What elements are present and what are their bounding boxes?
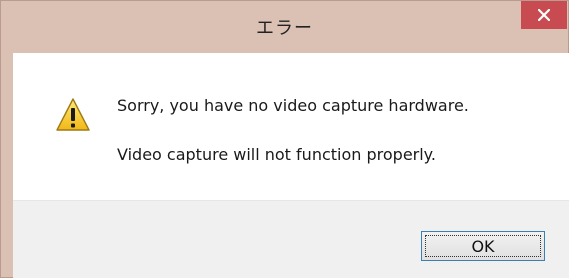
close-icon <box>538 9 550 21</box>
error-message-primary: Sorry, you have no video capture hardwar… <box>117 96 469 115</box>
message-area: Sorry, you have no video capture hardwar… <box>13 53 569 200</box>
title-bar[interactable]: エラー <box>1 1 568 53</box>
error-dialog: エラー Sorry, you have no video capture har… <box>0 0 569 278</box>
dialog-title: エラー <box>256 18 313 39</box>
error-message-secondary: Video capture will not function properly… <box>117 145 436 164</box>
dialog-body: Sorry, you have no video capture hardwar… <box>13 53 569 278</box>
ok-button[interactable]: OK <box>421 231 545 261</box>
close-button[interactable] <box>521 1 567 29</box>
ok-button-label: OK <box>425 235 541 257</box>
button-bar: OK <box>13 200 569 278</box>
warning-icon <box>56 98 90 131</box>
